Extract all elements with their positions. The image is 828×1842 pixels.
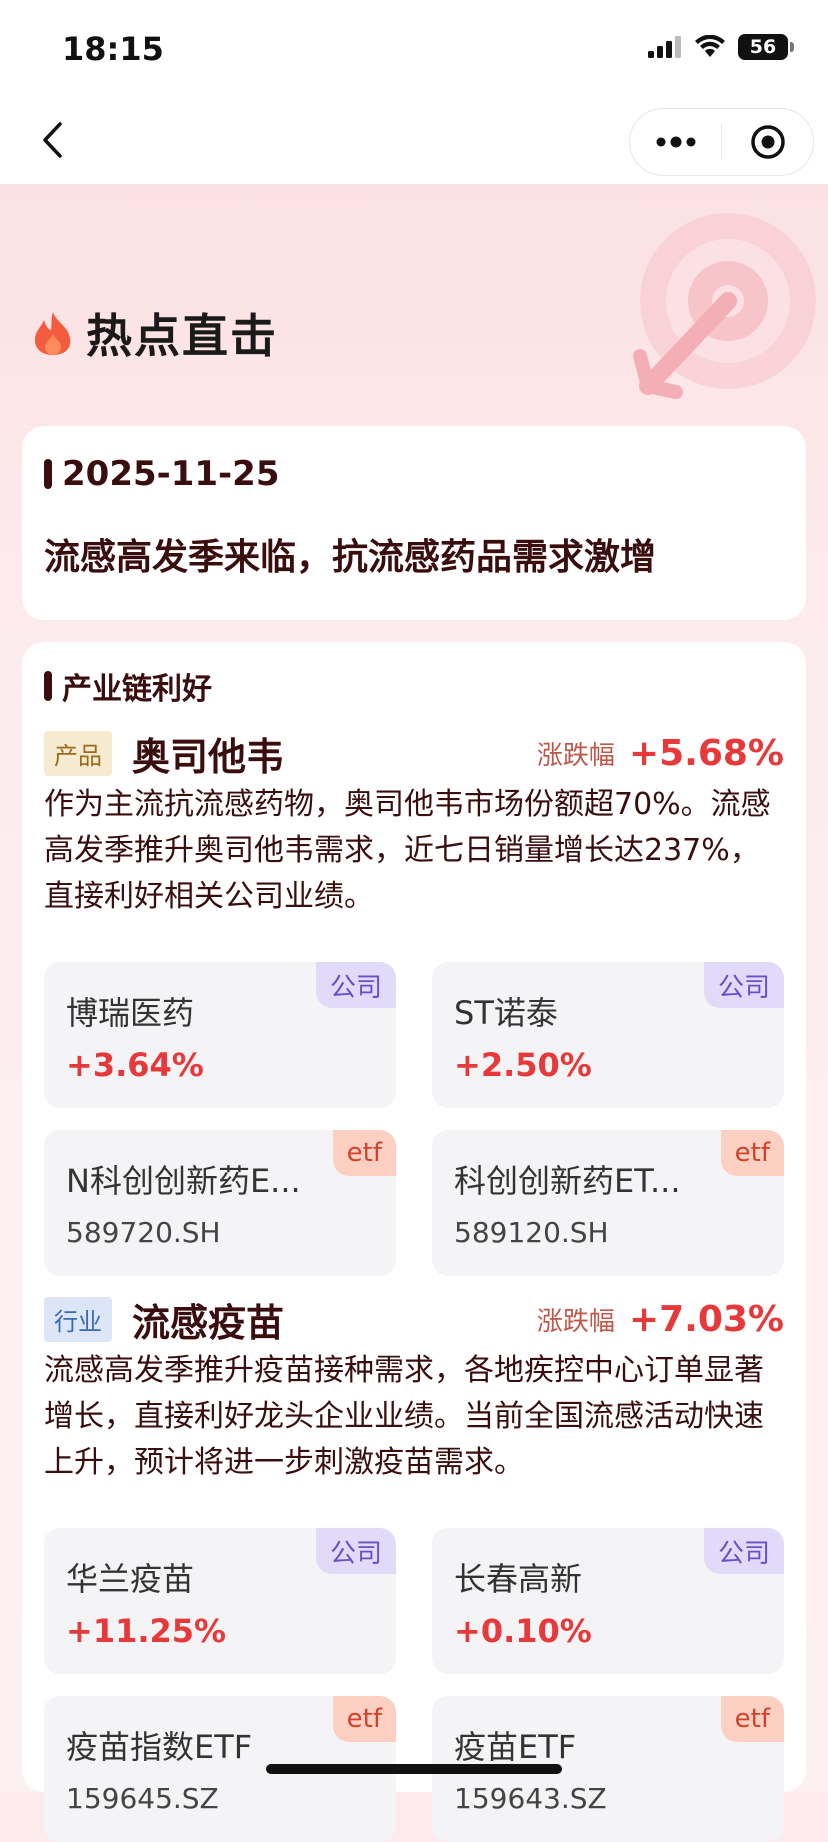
tile-code: 159643.SZ — [454, 1782, 607, 1815]
tile-name: 博瑞医药 — [66, 994, 195, 1032]
tile-code: 589720.SH — [66, 1216, 221, 1249]
event-headline: 流感高发季来临，抗流感药品需求激增 — [44, 537, 657, 578]
tile-change: +0.10% — [454, 1612, 592, 1650]
hero-title: 热点直击 — [32, 300, 278, 366]
tile-name: 疫苗指数ETF — [66, 1728, 253, 1766]
industry-chain-card: 产业链利好 产品 奥司他韦 涨跌幅 +5.68% 作为主流抗流感药物，奥司他韦市… — [22, 642, 806, 1842]
event-card[interactable]: 2025-11-25 流感高发季来临，抗流感药品需求激增 — [22, 426, 806, 620]
tile-change: +11.25% — [66, 1612, 227, 1650]
tile-badge: etf — [332, 1130, 396, 1176]
etf-tile[interactable]: etf N科创创新药E... 589720.SH — [44, 1130, 396, 1276]
item-tag: 行业 — [44, 1296, 112, 1342]
wifi-icon — [695, 35, 725, 57]
event-date-row: 2025-11-25 — [44, 454, 279, 494]
tile-name: N科创创新药E... — [66, 1162, 301, 1200]
tile-badge: etf — [720, 1696, 784, 1742]
home-indicator[interactable] — [266, 1764, 562, 1774]
battery-level: 56 — [749, 36, 777, 58]
tile-name: 长春高新 — [454, 1560, 583, 1598]
tile-code: 589120.SH — [454, 1216, 609, 1249]
status-time: 18:15 — [62, 30, 164, 68]
battery-indicator: 56 — [738, 34, 794, 60]
change-label: 涨跌幅 — [536, 1306, 615, 1337]
tile-name: 疫苗ETF — [454, 1728, 577, 1766]
miniprogram-capsule — [629, 108, 814, 176]
item-header[interactable]: 产品 奥司他韦 涨跌幅 +5.68% — [44, 728, 784, 779]
target-arrow-icon — [633, 213, 816, 399]
flame-icon — [34, 312, 71, 355]
section-title: 产业链利好 — [44, 664, 212, 708]
tile-code: 159645.SZ — [66, 1782, 219, 1815]
item-description: 流感高发季推升疫苗接种需求，各地疾控中心订单显著增长，直接利好龙头企业业绩。当前… — [44, 1353, 764, 1480]
change-value: +5.68% — [628, 732, 784, 774]
item-header[interactable]: 行业 流感疫苗 涨跌幅 +7.03% — [44, 1294, 784, 1345]
item-tag: 产品 — [44, 730, 112, 776]
change-label: 涨跌幅 — [536, 740, 615, 771]
status-bar: 18:15 56 — [0, 0, 828, 96]
tile-name: 科创创新药ET... — [454, 1162, 681, 1200]
event-date: 2025-11-25 — [62, 454, 280, 494]
stock-tile[interactable]: 公司 长春高新 +0.10% — [432, 1528, 784, 1674]
signal-icon — [648, 36, 681, 58]
tile-name: 华兰疫苗 — [66, 1560, 195, 1598]
tile-badge: etf — [332, 1696, 396, 1742]
tile-name: ST诺泰 — [454, 994, 558, 1032]
page-title: 热点直击 — [86, 309, 278, 363]
section-title-text: 产业链利好 — [62, 672, 212, 707]
close-button[interactable] — [722, 109, 813, 175]
tile-badge: etf — [720, 1130, 784, 1176]
stock-tile[interactable]: 公司 博瑞医药 +3.64% — [44, 962, 396, 1108]
section-bar-marker — [44, 459, 52, 489]
change-value: +7.03% — [628, 1298, 784, 1340]
back-button[interactable] — [26, 114, 78, 166]
etf-tile[interactable]: etf 科创创新药ET... 589120.SH — [432, 1130, 784, 1276]
section-bar-marker — [44, 671, 52, 701]
item-name: 流感疫苗 — [132, 1300, 285, 1345]
target-icon — [750, 125, 785, 159]
item-name: 奥司他韦 — [132, 734, 285, 779]
more-dots-icon — [656, 136, 695, 148]
chevron-left-icon — [43, 122, 62, 158]
nav-bar — [0, 96, 828, 184]
stock-tile[interactable]: 公司 华兰疫苗 +11.25% — [44, 1528, 396, 1674]
status-icons: 56 — [648, 34, 794, 60]
tile-change: +3.64% — [66, 1046, 204, 1084]
item-description: 作为主流抗流感药物，奥司他韦市场份额超70%。流感高发季推升奥司他韦需求，近七日… — [44, 787, 771, 914]
stock-tile[interactable]: 公司 ST诺泰 +2.50% — [432, 962, 784, 1108]
tile-change: +2.50% — [454, 1046, 592, 1084]
more-button[interactable] — [630, 109, 721, 175]
